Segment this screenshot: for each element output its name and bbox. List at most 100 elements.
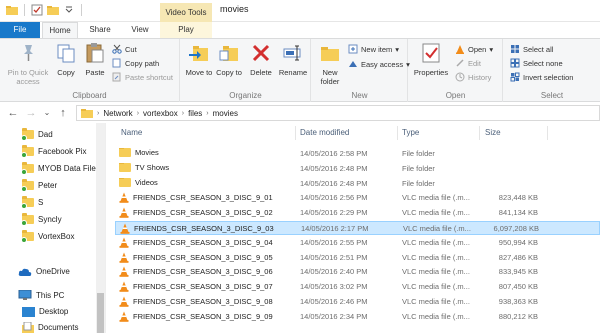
chevron-down-icon[interactable] [63, 4, 75, 16]
edit-label: Edit [468, 58, 481, 68]
new-folder-button[interactable]: New folder [316, 42, 344, 86]
file-row[interactable]: FRIENDS_CSR_SEASON_3_DISC_9_09 14/05/2016… [115, 310, 600, 324]
column-header-date[interactable]: Date modified [300, 128, 349, 137]
breadcrumb-movies[interactable]: movies [213, 109, 238, 118]
open-button[interactable]: Open ▾ [455, 44, 493, 54]
file-row[interactable]: FRIENDS_CSR_SEASON_3_DISC_9_02 14/05/2016… [115, 206, 600, 220]
select-all-icon [511, 45, 519, 53]
recent-locations-button[interactable]: ⌄ [40, 106, 54, 120]
column-divider[interactable] [295, 126, 296, 140]
paste-button[interactable]: Paste [82, 42, 108, 77]
new-item-button[interactable]: New item ▾ [348, 44, 399, 54]
copy-to-label: Copy to [216, 68, 242, 77]
tab-share[interactable]: Share [80, 22, 120, 38]
move-to-button[interactable]: Move to [185, 42, 213, 77]
nav-item-peter[interactable]: Peter [21, 177, 105, 194]
column-divider[interactable] [479, 126, 480, 140]
properties-button[interactable]: Properties [413, 42, 449, 77]
properties-icon [422, 43, 440, 63]
nav-item-vortexbox[interactable]: VortexBox [21, 228, 105, 245]
cut-button[interactable]: Cut [112, 44, 137, 54]
copy-button[interactable]: Copy [54, 42, 78, 77]
file-date: 14/05/2016 2:48 PM [300, 163, 368, 173]
column-header-size[interactable]: Size [485, 128, 501, 137]
column-header-name[interactable]: Name [121, 128, 142, 137]
nav-scrollbar[interactable] [96, 123, 105, 333]
delete-label: Delete [250, 68, 272, 77]
folder-row[interactable]: Videos 14/05/2016 2:48 PM File folder [115, 177, 600, 191]
nav-item-desktop[interactable]: Desktop [22, 303, 105, 320]
file-name-cell: FRIENDS_CSR_SEASON_3_DISC_9_04 [119, 237, 299, 248]
breadcrumb-files[interactable]: files [188, 109, 202, 118]
nav-item-label: Documents [38, 323, 79, 332]
context-tab-video-tools[interactable]: Video Tools [160, 3, 212, 22]
invert-selection-button[interactable]: Invert selection [510, 72, 573, 82]
back-button[interactable]: ← [6, 106, 20, 120]
file-name: FRIENDS_CSR_SEASON_3_DISC_9_01 [133, 193, 273, 203]
file-name-cell: FRIENDS_CSR_SEASON_3_DISC_9_09 [119, 311, 299, 322]
rename-button[interactable]: Rename [277, 42, 309, 77]
chevron-down-icon: ⌄ [43, 108, 51, 117]
file-row[interactable]: FRIENDS_CSR_SEASON_3_DISC_9_04 14/05/2016… [115, 236, 600, 250]
column-header-type[interactable]: Type [402, 128, 419, 137]
select-all-button[interactable]: Select all [510, 44, 553, 54]
vlc-icon [119, 192, 129, 204]
nav-item-onedrive[interactable]: OneDrive [18, 263, 105, 280]
nav-item-syncly[interactable]: Syncly [21, 211, 105, 228]
copy-to-button[interactable]: Copy to [215, 42, 243, 77]
select-none-button[interactable]: Select none [510, 58, 563, 68]
nav-scrollbar-thumb[interactable] [97, 293, 104, 333]
file-row[interactable]: FRIENDS_CSR_SEASON_3_DISC_9_01 14/05/2016… [115, 191, 600, 205]
nav-item-s[interactable]: S [21, 194, 105, 211]
up-button[interactable]: ↑ [56, 106, 70, 120]
folder-row[interactable]: TV Shows 14/05/2016 2:48 PM File folder [115, 162, 600, 176]
file-name-cell: FRIENDS_CSR_SEASON_3_DISC_9_02 [119, 207, 299, 218]
breadcrumb-separator-icon: › [97, 109, 100, 117]
tab-home[interactable]: Home [42, 22, 78, 38]
folder-icon [119, 177, 131, 187]
sync-status-icon [21, 169, 27, 175]
file-date: 14/05/2016 2:51 PM [300, 252, 368, 262]
forward-button[interactable]: → [24, 106, 38, 120]
folder-icon [119, 148, 131, 157]
breadcrumb-vortexbox[interactable]: vortexbox [143, 109, 178, 118]
file-row[interactable]: FRIENDS_CSR_SEASON_3_DISC_9_03 14/05/2016… [115, 221, 600, 235]
folder-row[interactable]: Movies 14/05/2016 2:58 PM File folder [115, 147, 600, 161]
tab-play[interactable]: Play [160, 22, 212, 38]
nav-item-this-pc[interactable]: This PC [18, 287, 105, 304]
file-row[interactable]: FRIENDS_CSR_SEASON_3_DISC_9_07 14/05/2016… [115, 280, 600, 294]
tab-view[interactable]: View [122, 22, 158, 38]
address-bar[interactable]: › Network › vortexbox › files › movies [76, 105, 600, 121]
edit-button[interactable]: Edit [455, 58, 481, 68]
copy-path-button[interactable]: Copy path [112, 58, 159, 68]
file-size: 6,097,208 KB [493, 224, 539, 233]
column-divider[interactable] [397, 126, 398, 140]
delete-button[interactable]: Delete [247, 42, 275, 77]
sync-status-icon [21, 237, 27, 243]
history-button[interactable]: History [455, 72, 491, 82]
column-divider[interactable] [547, 126, 548, 140]
copy-to-icon [219, 46, 238, 61]
paste-shortcut-button[interactable]: Paste shortcut [112, 72, 173, 82]
breadcrumb-network[interactable]: Network [103, 109, 132, 118]
vlc-icon [119, 266, 129, 278]
file-row[interactable]: FRIENDS_CSR_SEASON_3_DISC_9_06 14/05/2016… [115, 265, 600, 279]
nav-item-dad[interactable]: Dad [21, 126, 105, 143]
history-icon [455, 72, 465, 82]
properties-icon[interactable] [31, 4, 43, 16]
file-row[interactable]: FRIENDS_CSR_SEASON_3_DISC_9_08 14/05/2016… [115, 295, 600, 309]
properties-label: Properties [413, 68, 449, 77]
file-size: 827,486 KB [498, 252, 538, 262]
easy-access-button[interactable]: Easy access ▾ [348, 59, 410, 69]
ribbon: Pin to Quick access Copy Paste Cut Copy … [0, 38, 600, 102]
move-to-label: Move to [185, 68, 213, 77]
nav-item-facebook-pix[interactable]: Facebook Pix [21, 143, 105, 160]
file-row[interactable]: FRIENDS_CSR_SEASON_3_DISC_9_05 14/05/2016… [115, 251, 600, 265]
file-date: 14/05/2016 2:55 PM [300, 237, 368, 247]
new-folder-icon[interactable] [47, 4, 59, 16]
nav-item-documents[interactable]: Documents [22, 319, 105, 333]
nav-item-myob-data-file[interactable]: MYOB Data File [21, 160, 105, 177]
file-date: 14/05/2016 3:02 PM [300, 282, 368, 292]
pin-quick-access-button[interactable]: Pin to Quick access [4, 42, 52, 86]
tab-file[interactable]: File [0, 22, 40, 38]
